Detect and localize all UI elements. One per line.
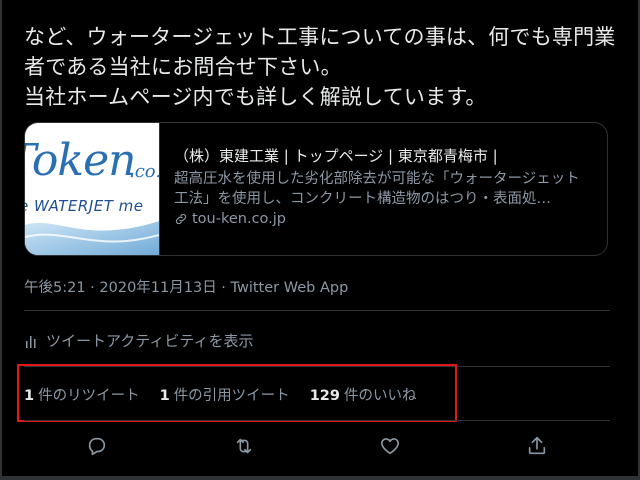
card-domain: tou-ken.co.jp — [174, 209, 595, 229]
tweet-text: など、ウォータージェット工事についての事は、何でも専門業者である当社にお問合せ下… — [24, 25, 616, 109]
tweet-activity-label: ツイートアクティビティを表示 — [46, 332, 254, 350]
share-icon — [528, 436, 545, 455]
like-icon — [381, 438, 400, 455]
left-rail — [0, 0, 2, 480]
card-thumbnail[interactable]: Token .co. e WATERJET me — [25, 123, 160, 255]
card-description-line: 工法」を使用し、コンクリート構造物のはつり・表面処… — [174, 191, 551, 207]
link-card[interactable]: Token .co. e WATERJET me （株）東建工業 | トップペー… — [24, 122, 608, 256]
water-swoosh-graphic — [25, 221, 159, 255]
bar-chart-icon — [26, 335, 36, 348]
tweet-timestamp[interactable]: 午後5:21 · 2020年11月13日 · Twitter Web App — [24, 276, 348, 297]
card-title: （株）東建工業 | トップページ | 東京都青梅市 | — [174, 147, 498, 165]
retweet-icon — [236, 438, 251, 454]
divider — [24, 310, 610, 311]
logo-suffix: .co. — [129, 161, 160, 182]
share-button[interactable] — [517, 428, 557, 464]
annotation-highlight-box — [17, 364, 457, 422]
card-description: 超高圧水を使用した劣化部除去が可能な「ウォータージェット 工法」を使用し、コンク… — [174, 169, 595, 209]
card-domain-text: tou-ken.co.jp — [192, 211, 287, 227]
divider — [24, 420, 610, 421]
link-icon — [175, 213, 187, 225]
logo-tagline: e WATERJET me — [25, 197, 144, 215]
like-button[interactable] — [370, 428, 410, 464]
tweet-activity-link[interactable]: ツイートアクティビティを表示 — [24, 330, 253, 351]
card-description-line: 超高圧水を使用した劣化部除去が可能な「ウォータージェット — [174, 171, 580, 187]
logo-wordmark: Token — [25, 135, 136, 186]
retweet-button[interactable] — [224, 428, 264, 464]
bottom-border — [0, 476, 640, 480]
reply-icon — [89, 437, 106, 456]
reply-button[interactable] — [77, 428, 117, 464]
tweet-actions — [24, 428, 610, 464]
card-body[interactable]: （株）東建工業 | トップページ | 東京都青梅市 | 超高圧水を使用した劣化部… — [160, 123, 607, 255]
